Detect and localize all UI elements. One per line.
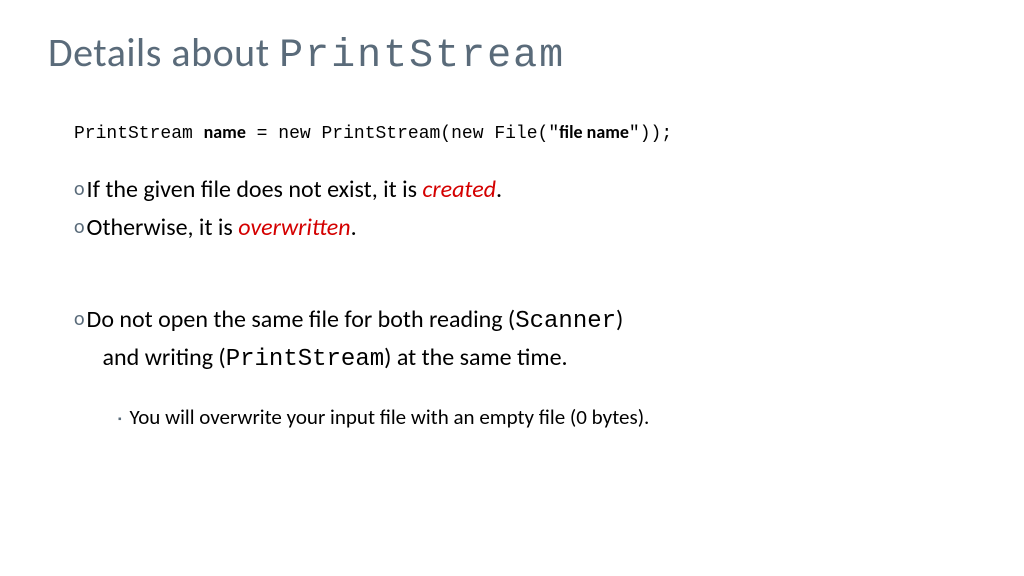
b3-mono1: Scanner — [515, 308, 616, 335]
code-name: name — [204, 121, 246, 143]
bullet-marker: o — [74, 172, 85, 204]
code-filename: file name — [559, 121, 629, 143]
bullet-marker: o — [74, 210, 85, 242]
b3-line1: Do not open the same file for both readi… — [87, 302, 624, 340]
bullet-3-content: Do not open the same file for both readi… — [87, 302, 624, 378]
code-p2: = new PrintStream(new File(" — [246, 124, 559, 144]
bullet-1: o If the given file does not exist, it i… — [74, 172, 976, 208]
b1-before: If the given file does not exist, it is — [87, 175, 423, 204]
sub-bullet-text: You will overwrite your input file with … — [130, 404, 650, 430]
sub-bullet-marker: ▪ — [118, 404, 122, 425]
slide-content: Details about PrintStream PrintStream na… — [0, 0, 1024, 430]
slide-title: Details about PrintStream — [48, 28, 976, 79]
b3-line2: and writing (PrintStream) at the same ti… — [103, 340, 624, 378]
b2-before: Otherwise, it is — [87, 213, 239, 242]
code-example: PrintStream name = new PrintStream(new F… — [74, 121, 976, 144]
b3-t2: ) — [616, 305, 623, 334]
b3-t3: and writing ( — [103, 343, 226, 372]
sub-bullet-list: ▪ You will overwrite your input file wit… — [118, 404, 976, 430]
b2-highlight: overwritten — [238, 213, 350, 242]
bullet-3: o Do not open the same file for both rea… — [74, 302, 976, 378]
b1-highlight: created — [422, 175, 496, 204]
bullet-1-content: If the given file does not exist, it is … — [87, 172, 503, 208]
code-p1: PrintStream — [74, 124, 204, 144]
b1-after: . — [496, 175, 502, 204]
b3-t4: ) at the same time. — [384, 343, 567, 372]
bullet-2: o Otherwise, it is overwritten. — [74, 210, 976, 246]
sub-bullet-1: ▪ You will overwrite your input file wit… — [118, 404, 976, 430]
title-mono: PrintStream — [279, 34, 565, 79]
bullet-2-content: Otherwise, it is overwritten. — [87, 210, 357, 246]
b3-t1: Do not open the same file for both readi… — [87, 305, 516, 334]
code-p3: ")); — [629, 124, 672, 144]
title-prefix: Details about — [48, 28, 279, 77]
b2-after: . — [351, 213, 357, 242]
b3-mono2: PrintStream — [226, 346, 384, 373]
bullet-marker: o — [74, 302, 85, 334]
bullet-list: o If the given file does not exist, it i… — [74, 172, 976, 378]
